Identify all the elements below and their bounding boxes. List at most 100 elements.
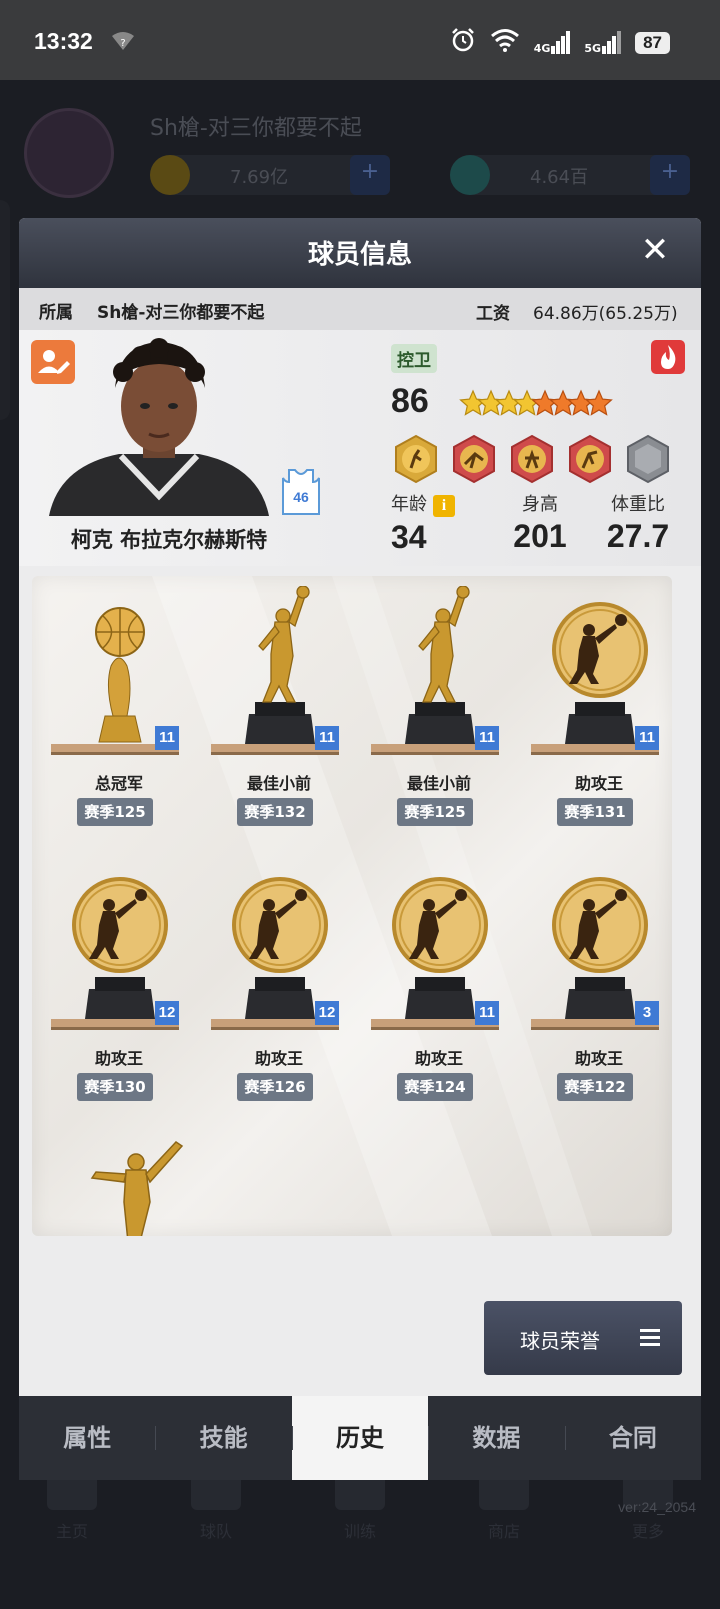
gem-value: 4.64百 xyxy=(530,167,589,188)
bg-nav-item[interactable]: 更多 xyxy=(618,1470,678,1580)
gem-icon xyxy=(450,155,490,195)
trophy-wall: 11 总冠军 赛季125 11 最佳小前 赛季132 11 最佳小前 赛季125 11 助攻王 赛季1… xyxy=(32,576,672,1236)
network-4g-label: 4G xyxy=(533,42,551,55)
player-portrait xyxy=(49,336,269,516)
bmi-stat: 体重比 27.7 xyxy=(583,490,693,555)
salary-label: 工资 xyxy=(476,304,510,324)
star-icon xyxy=(585,389,613,416)
edge-handle[interactable] xyxy=(0,200,10,420)
overall-rating: 86 xyxy=(391,382,429,420)
tab-contract[interactable]: 合同 xyxy=(564,1396,701,1480)
gem-balance: 4.64百 + xyxy=(450,155,690,195)
team-logo xyxy=(24,108,114,198)
age-value: 34 xyxy=(391,519,427,555)
locked-badge-icon[interactable] xyxy=(623,434,673,484)
skill-badge-icon[interactable] xyxy=(507,434,557,484)
trophy-item[interactable]: 11 最佳小前赛季132 xyxy=(209,585,349,836)
trophy-item[interactable]: 11 助攻王赛季131 xyxy=(529,586,669,836)
network-5g-label: 5G xyxy=(584,42,602,55)
coin-icon xyxy=(150,155,190,195)
trophy-count-badge: 11 xyxy=(315,726,339,750)
trophy-season-badge: 赛季132 xyxy=(237,798,313,826)
trophy-count-badge: 11 xyxy=(155,726,179,750)
svg-text:?: ? xyxy=(120,38,125,49)
trophy-item[interactable]: 3 助攻王赛季122 xyxy=(529,861,669,1111)
age-label: 年龄 xyxy=(391,494,427,515)
tab-attributes[interactable]: 属性 xyxy=(19,1396,155,1480)
position-badge: 控卫 xyxy=(391,344,437,373)
tab-history[interactable]: 历史 xyxy=(291,1396,429,1480)
skill-badge-icon[interactable] xyxy=(565,434,615,484)
alarm-icon xyxy=(450,27,476,58)
menu-icon xyxy=(640,1327,660,1347)
bmi-label: 体重比 xyxy=(611,494,665,515)
trophy-count-badge: 3 xyxy=(635,1001,659,1025)
partial-trophy xyxy=(66,1132,206,1236)
star-rating xyxy=(459,386,619,426)
player-honor-label: 球员荣誉 xyxy=(520,1329,600,1353)
tab-bar: 属性 技能 历史 数据 合同 xyxy=(19,1396,701,1480)
trophy-name: 最佳小前 xyxy=(246,774,311,793)
trophy-season-badge: 赛季125 xyxy=(77,798,153,826)
trophy-item[interactable]: 11 助攻王赛季124 xyxy=(369,861,509,1111)
skill-badge-icon[interactable] xyxy=(449,434,499,484)
player-honor-button[interactable]: 球员荣誉 xyxy=(484,1301,682,1375)
coin-value: 7.69亿 xyxy=(230,167,289,188)
trophy-item[interactable]: 11 总冠军 赛季125 xyxy=(49,586,189,836)
height-value: 201 xyxy=(513,518,567,554)
wifi-question-icon: ? xyxy=(110,30,136,57)
trophy-name: 最佳小前 xyxy=(406,774,471,793)
team-salary-bar: 所属 Sh槍-对三你都要不起 工资 64.86万(65.25万) xyxy=(19,288,701,330)
height-stat: 身高 201 xyxy=(485,490,595,555)
bmi-value: 27.7 xyxy=(606,518,670,554)
version-label: ver:24_2054 xyxy=(618,1499,696,1515)
skill-badges xyxy=(391,434,673,484)
wifi-icon xyxy=(490,28,520,57)
trophy-name: 助攻王 xyxy=(574,1049,623,1068)
trophy-season-badge: 赛季124 xyxy=(397,1073,473,1101)
cellular-4g-icon: 4G xyxy=(534,31,571,54)
cellular-5g-icon: 5G xyxy=(584,31,622,55)
tab-stats[interactable]: 数据 xyxy=(428,1396,564,1480)
trophy-count-badge: 11 xyxy=(475,1001,499,1025)
player-info-modal: 球员信息 ✕ 所属 Sh槍-对三你都要不起 工资 64.86万(65.25万) xyxy=(19,218,701,1480)
trophy-season-badge: 赛季125 xyxy=(397,798,473,826)
trophy-season-badge: 赛季122 xyxy=(557,1073,633,1101)
bg-bottom-nav: 主页 球队 训练 商店 更多 xyxy=(0,1470,720,1580)
trophy-name: 助攻王 xyxy=(414,1049,463,1068)
trophy-count-badge: 12 xyxy=(155,1001,179,1025)
trophy-count-badge: 12 xyxy=(315,1001,339,1025)
modal-header: 球员信息 ✕ xyxy=(19,218,701,288)
bg-nav-item[interactable]: 商店 xyxy=(474,1470,534,1580)
age-stat: 年龄 i 34 xyxy=(391,490,455,556)
trophy-name: 助攻王 xyxy=(94,1049,143,1068)
player-panel: 46 柯克 布拉克尔赫斯特 控卫 86 年龄 i 34 身高 201 体重比 2… xyxy=(19,330,701,566)
trophy-count-badge: 11 xyxy=(475,726,499,750)
bg-nav-item[interactable]: 主页 xyxy=(42,1470,102,1580)
tab-skills[interactable]: 技能 xyxy=(155,1396,291,1480)
close-icon[interactable]: ✕ xyxy=(637,232,673,268)
add-coins-button[interactable]: + xyxy=(350,155,390,195)
trophy-count-badge: 11 xyxy=(635,726,659,750)
fire-icon[interactable] xyxy=(651,340,685,374)
bg-nav-item[interactable]: 训练 xyxy=(330,1470,390,1580)
trophy-item[interactable]: 12 助攻王 赛季130 xyxy=(49,861,189,1111)
skill-badge-icon[interactable] xyxy=(391,434,441,484)
trophy-item[interactable]: 11 最佳小前赛季125 xyxy=(369,585,509,836)
bg-nav-item[interactable]: 球队 xyxy=(186,1470,246,1580)
salary-value: 64.86万(65.25万) xyxy=(533,304,678,324)
trophy-season-badge: 赛季131 xyxy=(557,798,633,826)
jersey-number: 46 xyxy=(293,489,309,505)
add-gems-button[interactable]: + xyxy=(650,155,690,195)
trophy-season-badge: 赛季126 xyxy=(237,1073,313,1101)
height-label: 身高 xyxy=(522,494,558,515)
status-bar: 13:32 ? 4G 5G 87 xyxy=(0,0,720,80)
team-label: 所属 xyxy=(39,303,73,323)
trophy-name: 助攻王 xyxy=(574,774,623,793)
modal-title: 球员信息 xyxy=(307,240,412,270)
bg-team-name: Sh槍-对三你都要不起 xyxy=(150,116,362,141)
trophy-item[interactable]: 12 助攻王 赛季126 xyxy=(209,861,349,1111)
team-value: Sh槍-对三你都要不起 xyxy=(97,303,265,323)
info-icon[interactable]: i xyxy=(433,495,455,517)
status-time: 13:32 xyxy=(34,28,93,54)
